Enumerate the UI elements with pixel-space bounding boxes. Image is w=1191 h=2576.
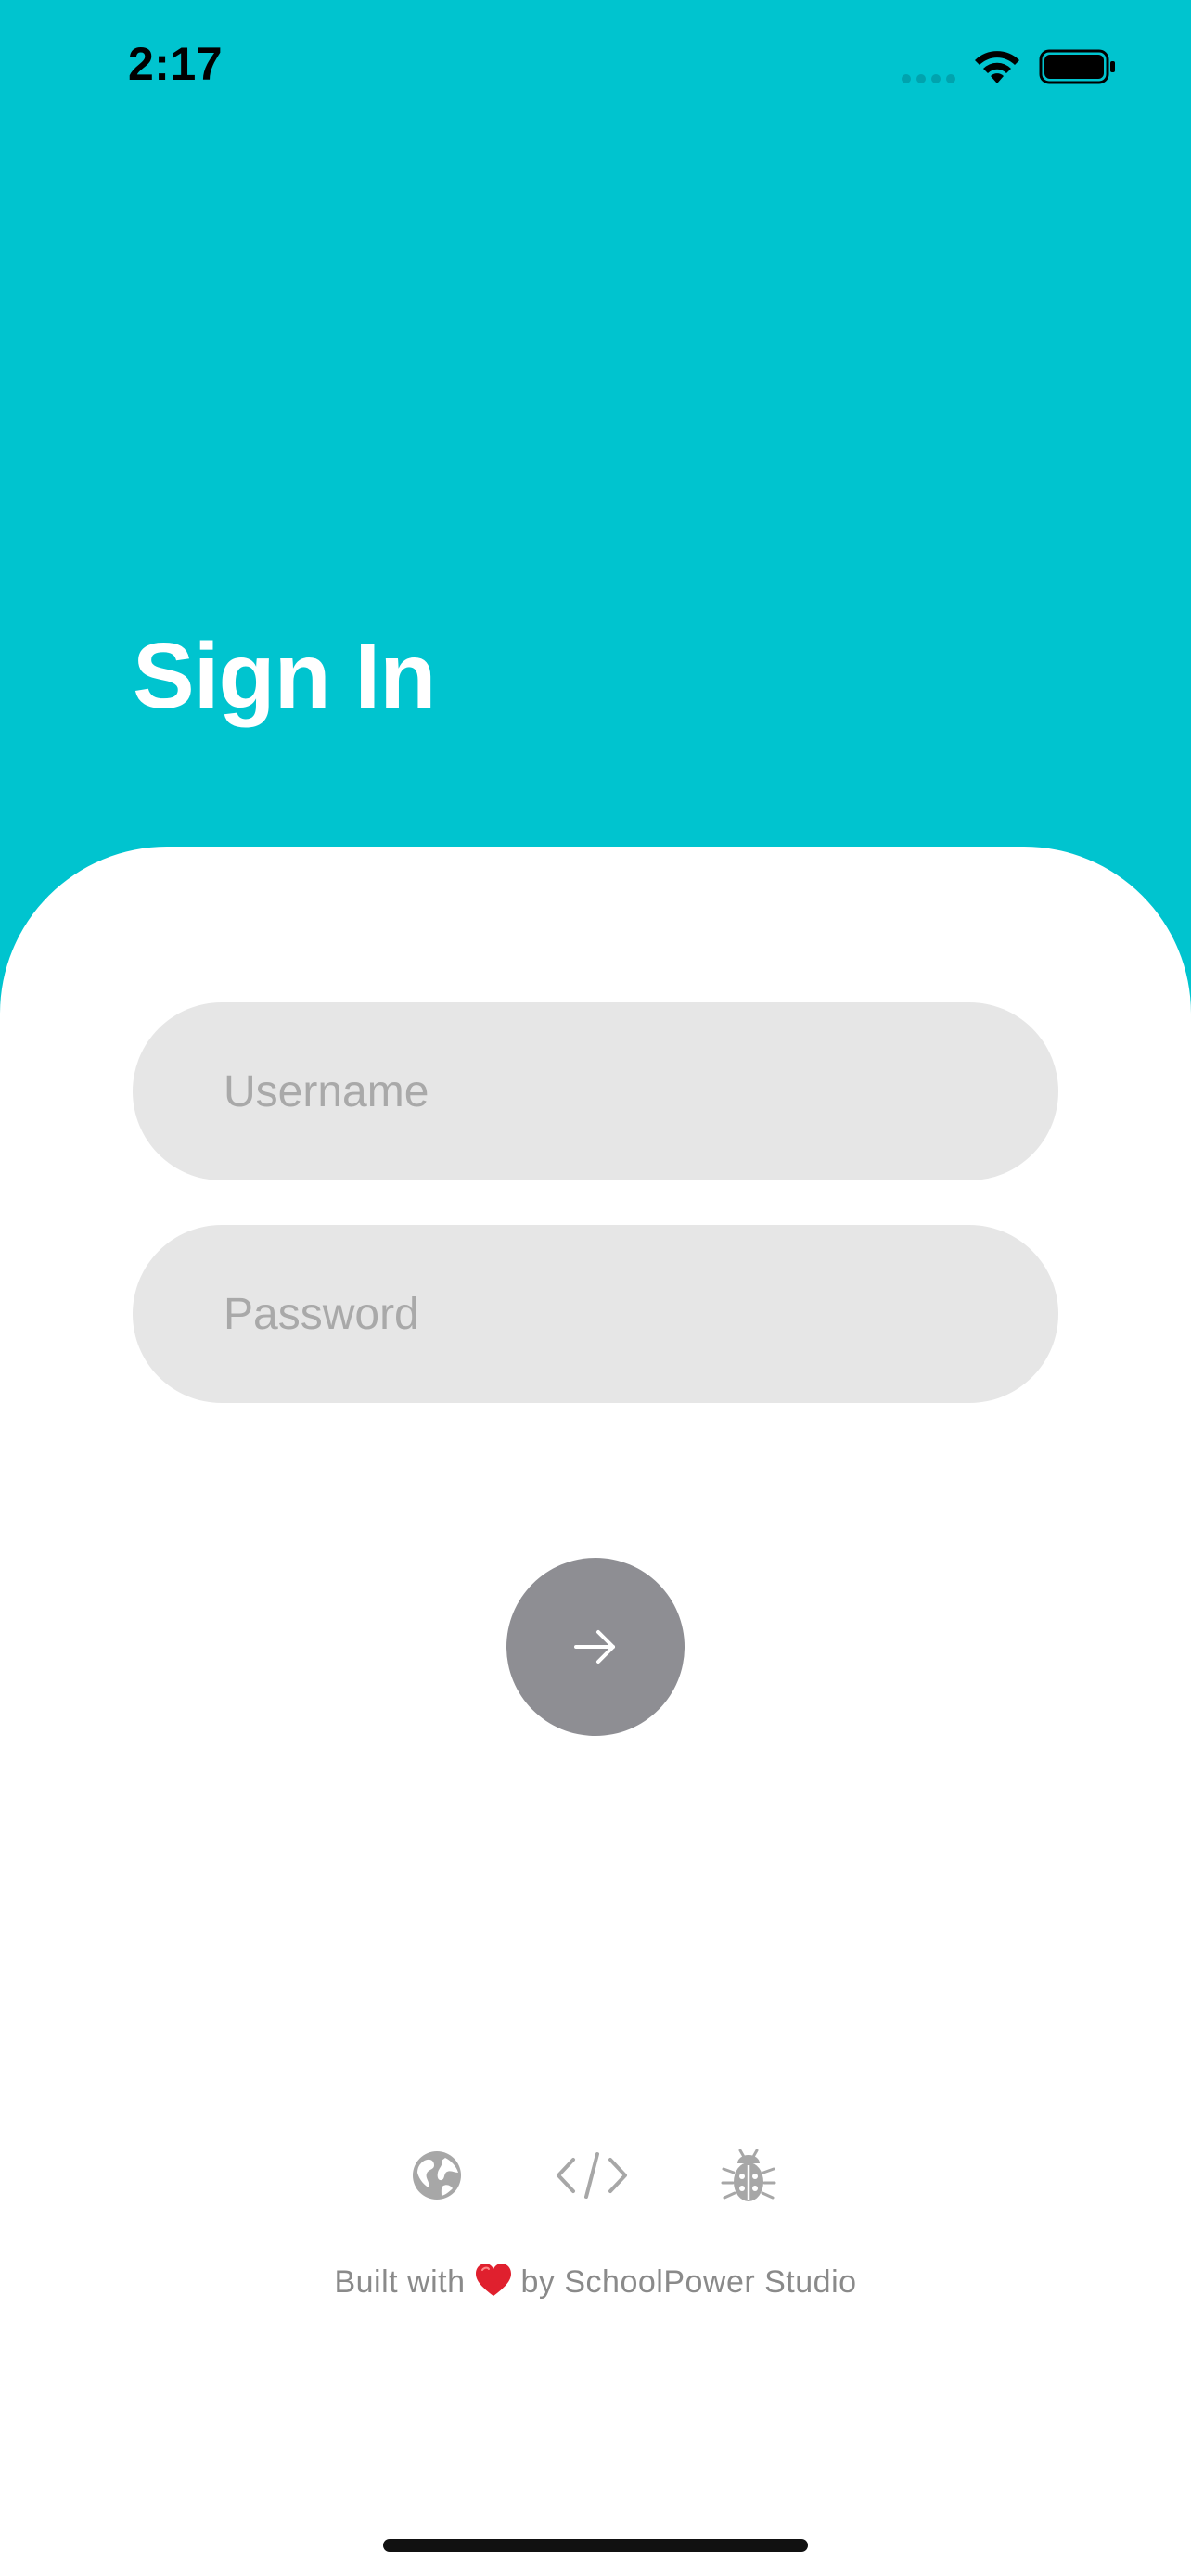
sign-in-screen: 2:17 Sign In Username Built with by Scho… <box>0 0 1191 2576</box>
credit-suffix: by SchoolPower Studio <box>520 2264 857 2300</box>
arrow-right-icon <box>574 1630 615 1664</box>
status-bar: 2:17 <box>0 0 1191 139</box>
code-icon[interactable] <box>555 2145 629 2206</box>
footer-credit: Built with by SchoolPower Studio <box>0 2263 1191 2301</box>
sign-in-card: Built with by SchoolPower Studio <box>0 847 1191 2576</box>
page-title: Sign In <box>133 624 436 728</box>
heart-icon <box>475 2264 511 2296</box>
username-input[interactable] <box>133 1002 1058 1180</box>
sign-in-submit-button[interactable] <box>506 1558 685 1736</box>
password-input[interactable] <box>133 1225 1058 1403</box>
footer-links <box>0 2145 1191 2210</box>
credit-prefix: Built with <box>334 2264 466 2300</box>
wifi-icon <box>975 51 1019 83</box>
globe-icon[interactable] <box>406 2145 467 2206</box>
home-indicator <box>383 2539 808 2552</box>
cellular-signal-icon <box>902 74 957 83</box>
battery-icon <box>1039 49 1115 84</box>
status-time: 2:17 <box>128 38 224 90</box>
bug-icon[interactable] <box>718 2145 779 2206</box>
